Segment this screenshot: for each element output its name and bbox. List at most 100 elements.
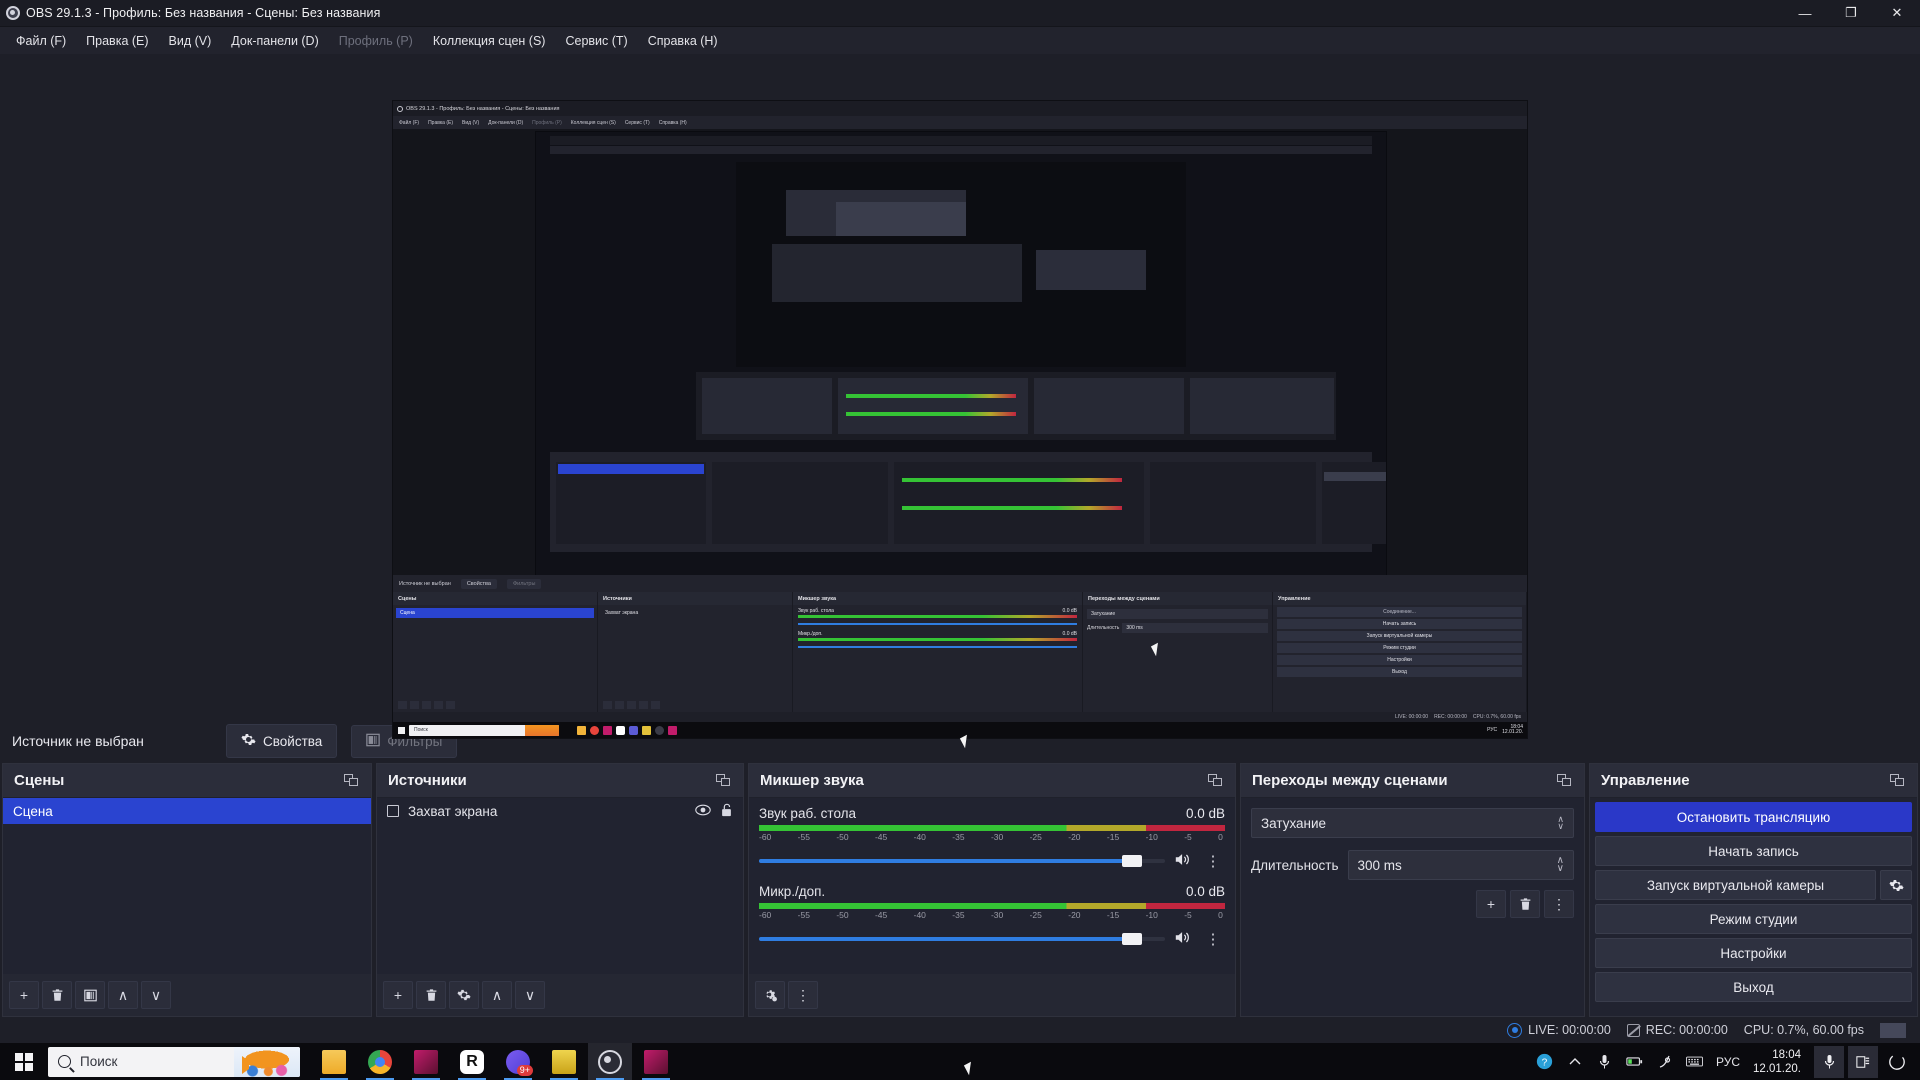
keyboard-icon[interactable] [1686, 1053, 1703, 1070]
nested-tray-lang: РУС [1487, 727, 1498, 733]
mixer-menu-button[interactable]: ⋮ [788, 981, 818, 1009]
rec-status-text: REC: 00:00:00 [1645, 1023, 1728, 1037]
scenes-list[interactable]: Сцена [3, 798, 371, 974]
close-button[interactable]: ✕ [1874, 0, 1920, 27]
menu-help[interactable]: Справка (H) [638, 30, 728, 52]
menu-docks[interactable]: Док-панели (D) [221, 30, 328, 52]
move-source-up-button[interactable]: ∧ [482, 981, 512, 1009]
taskbar-app-media-2[interactable] [634, 1043, 678, 1080]
minimize-button[interactable]: — [1782, 0, 1828, 27]
microphone-icon[interactable] [1596, 1053, 1613, 1070]
taskbar-app-r[interactable]: R [450, 1043, 494, 1080]
advanced-audio-properties-button[interactable] [755, 981, 785, 1009]
menu-view[interactable]: Вид (V) [159, 30, 222, 52]
start-recording-button[interactable]: Начать запись [1595, 836, 1912, 866]
mic-indicator-icon[interactable] [1814, 1045, 1844, 1078]
nested-docks-row: Сцены Сцена Источники Захват экрана Микш… [393, 592, 1527, 712]
float-dock-icon[interactable] [1208, 773, 1224, 788]
scene-list-item[interactable]: Сцена [3, 798, 371, 824]
media-app-icon [414, 1049, 438, 1074]
exit-button[interactable]: Выход [1595, 972, 1912, 1002]
move-scene-up-button[interactable]: ∧ [108, 981, 138, 1009]
duration-value: 300 ms [1357, 857, 1402, 873]
stop-streaming-button[interactable]: Остановить трансляцию [1595, 802, 1912, 832]
menu-edit[interactable]: Правка (E) [76, 30, 158, 52]
refresh-icon[interactable] [1882, 1046, 1912, 1078]
nested-status-bar: LIVE: 00:00:00 REC: 00:00:00 CPU: 0.7%, … [393, 712, 1527, 722]
eye-icon[interactable] [695, 804, 711, 819]
taskbar-app-chrome[interactable] [358, 1043, 402, 1080]
transition-menu-button[interactable]: ⋮ [1544, 890, 1574, 918]
duration-input[interactable]: 300 ms ∧ ∨ [1347, 850, 1574, 880]
speaker-icon[interactable] [1174, 852, 1192, 871]
docks-container: Сцены Сцена + ∧ ∨ Источники Захват экран… [0, 763, 1920, 1017]
remove-source-button[interactable] [416, 981, 446, 1009]
remove-transition-button[interactable] [1510, 890, 1540, 918]
channel-menu-icon[interactable]: ⋮ [1201, 926, 1225, 952]
nested-obs-icon [397, 105, 403, 112]
tray-language[interactable]: РУС [1716, 1055, 1740, 1069]
remove-scene-button[interactable] [42, 981, 72, 1009]
taskbar-app-obs[interactable] [588, 1043, 632, 1080]
mixer-channel-desktop-audio: Звук раб. стола 0.0 dB -60 -55 -50 -45 -40… [749, 798, 1235, 876]
settings-button[interactable]: Настройки [1595, 938, 1912, 968]
float-dock-icon[interactable] [1890, 773, 1906, 788]
taskbar-app-media[interactable] [404, 1043, 448, 1080]
taskbar-search-input[interactable]: Поиск [48, 1046, 300, 1077]
pen-icon[interactable] [1656, 1053, 1673, 1070]
lock-open-icon[interactable] [720, 803, 733, 820]
start-virtual-camera-button[interactable]: Запуск виртуальной камеры [1595, 870, 1876, 900]
channel-volume-slider[interactable] [759, 933, 1165, 945]
source-properties-button[interactable] [449, 981, 479, 1009]
locker-icon [552, 1049, 576, 1074]
float-dock-icon[interactable] [1557, 773, 1573, 788]
meter-scale: -60 -55 -50 -45 -40 -35 -30 -25 -20 -15 -10 -5… [759, 910, 1223, 920]
nested-window-title: OBS 29.1.3 - Профиль: Без названия - Сце… [406, 105, 560, 112]
channel-volume-slider[interactable] [759, 855, 1165, 867]
spinner-arrows-icon[interactable]: ∧ ∨ [1557, 856, 1564, 874]
maximize-button[interactable]: ❐ [1828, 0, 1874, 27]
speaker-icon[interactable] [1174, 930, 1192, 949]
add-transition-button[interactable]: + [1476, 890, 1506, 918]
chevron-up-icon[interactable] [1566, 1053, 1583, 1070]
nested-ch2-name: Микр./доп. [798, 631, 823, 637]
action-center-icon[interactable] [1848, 1045, 1878, 1078]
move-source-down-button[interactable]: ∨ [515, 981, 545, 1009]
virtual-camera-settings-icon[interactable] [1880, 870, 1912, 900]
source-checkbox[interactable] [387, 805, 399, 817]
nested-source-item: Захват экрана [605, 609, 639, 616]
preview-canvas[interactable]: OBS 29.1.3 - Профиль: Без названия - Сце… [392, 100, 1528, 739]
dock-scenes-header: Сцены [3, 764, 371, 798]
windows-logo-icon [15, 1052, 33, 1071]
menu-scene-collection[interactable]: Коллекция сцен (S) [423, 30, 556, 52]
scene-filters-button[interactable] [75, 981, 105, 1009]
add-scene-button[interactable]: + [9, 981, 39, 1009]
channel-name: Микр./доп. [759, 884, 826, 899]
battery-icon[interactable] [1626, 1053, 1643, 1070]
channel-db: 0.0 dB [1185, 806, 1225, 821]
source-list-item[interactable]: Захват экрана [377, 798, 743, 824]
float-dock-icon[interactable] [344, 773, 360, 788]
controls-body: Остановить трансляцию Начать запись Запу… [1590, 798, 1917, 1016]
move-scene-down-button[interactable]: ∨ [141, 981, 171, 1009]
channel-level-meter [759, 903, 1225, 909]
taskbar-app-locker[interactable] [542, 1043, 586, 1080]
menu-bar: Файл (F) Правка (E) Вид (V) Док-панели (… [0, 27, 1920, 54]
add-source-button[interactable]: + [383, 981, 413, 1009]
taskbar-app-discord[interactable]: 9+ [496, 1043, 540, 1080]
menu-file[interactable]: Файл (F) [6, 30, 76, 52]
taskbar-app-explorer[interactable] [312, 1043, 356, 1080]
taskbar-clock[interactable]: 18:04 12.01.20. [1753, 1048, 1801, 1076]
menu-tools[interactable]: Сервис (T) [555, 30, 637, 52]
start-button[interactable] [0, 1043, 48, 1080]
obs-icon [598, 1049, 622, 1074]
channel-menu-icon[interactable]: ⋮ [1201, 848, 1225, 874]
sources-list[interactable]: Захват экрана [377, 798, 743, 974]
transition-select[interactable]: Затухание ∧ ∨ [1251, 808, 1574, 838]
nested-dock-controls: Управление Соединение... Начать запись З… [1273, 592, 1527, 712]
chevron-updown-icon: ∧ ∨ [1557, 814, 1564, 831]
studio-mode-button[interactable]: Режим студии [1595, 904, 1912, 934]
properties-button[interactable]: Свойства [226, 724, 338, 758]
help-icon[interactable]: ? [1536, 1053, 1553, 1070]
float-dock-icon[interactable] [716, 773, 732, 788]
